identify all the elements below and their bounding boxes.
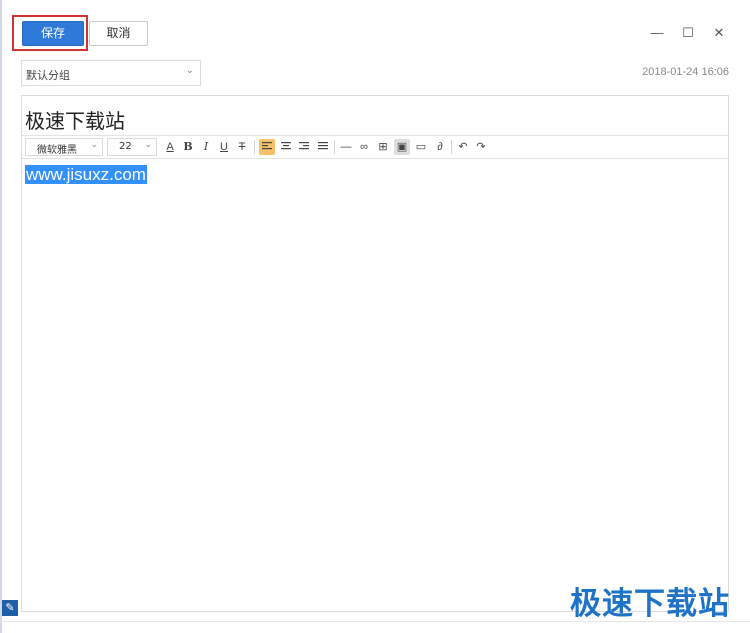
selected-text[interactable]: www.jisuxz.com: [25, 165, 147, 184]
watermark-text: 极速下载站: [570, 586, 730, 622]
note-title[interactable]: 极速下载站: [25, 105, 125, 134]
strikethrough-icon[interactable]: T: [234, 139, 250, 155]
font-size-select[interactable]: 22 ⌄: [107, 138, 157, 156]
font-family-value: 微软雅黑: [37, 145, 77, 156]
note-editor: 极速下载站 微软雅黑 ⌄ 22 ⌄ A B I U T — ∞ ⊞ ▣ ▭ ∂ …: [21, 95, 729, 612]
font-family-select[interactable]: 微软雅黑 ⌄: [25, 138, 103, 156]
link-icon[interactable]: ∞: [356, 139, 372, 155]
group-select-value: 默认分组: [26, 69, 70, 82]
window-left-edge: [0, 0, 2, 633]
toolbar-separator: [334, 140, 335, 154]
align-center-icon[interactable]: [278, 139, 294, 155]
minimize-icon[interactable]: —: [649, 24, 665, 42]
font-size-value: 22: [119, 141, 132, 152]
chevron-down-icon: ⌄: [185, 65, 194, 76]
undo-icon[interactable]: ↶: [455, 139, 471, 155]
maximize-icon[interactable]: ☐: [680, 24, 696, 42]
cancel-button[interactable]: 取消: [89, 21, 148, 46]
note-date: 2018-01-24 16:06: [642, 66, 729, 78]
format-toolbar: 微软雅黑 ⌄ 22 ⌄ A B I U T — ∞ ⊞ ▣ ▭ ∂ ↶ ↷: [22, 135, 728, 159]
redo-icon[interactable]: ↷: [473, 139, 489, 155]
underline-icon[interactable]: U: [216, 139, 232, 155]
italic-icon[interactable]: I: [198, 139, 214, 155]
justify-icon[interactable]: [315, 139, 331, 155]
font-color-icon[interactable]: A: [162, 139, 178, 155]
align-left-icon[interactable]: [259, 139, 275, 155]
wrench-icon[interactable]: ✎: [2, 600, 18, 616]
align-right-icon[interactable]: [296, 139, 312, 155]
horizontal-rule-icon[interactable]: —: [338, 139, 354, 155]
save-button[interactable]: 保存: [22, 21, 84, 46]
table-icon[interactable]: ⊞: [375, 139, 391, 155]
chevron-down-icon: ⌄: [144, 140, 152, 150]
toolbar-separator: [254, 140, 255, 154]
note-body[interactable]: www.jisuxz.com: [25, 165, 725, 605]
bold-icon[interactable]: B: [180, 139, 196, 155]
chevron-down-icon: ⌄: [90, 140, 98, 150]
close-icon[interactable]: ✕: [711, 24, 727, 42]
group-select[interactable]: 默认分组 ⌄: [21, 60, 201, 86]
toolbar-separator: [451, 140, 452, 154]
image-icon[interactable]: ▭: [413, 139, 429, 155]
image-select-icon[interactable]: ▣: [394, 139, 410, 155]
attachment-icon[interactable]: ∂: [432, 139, 448, 155]
